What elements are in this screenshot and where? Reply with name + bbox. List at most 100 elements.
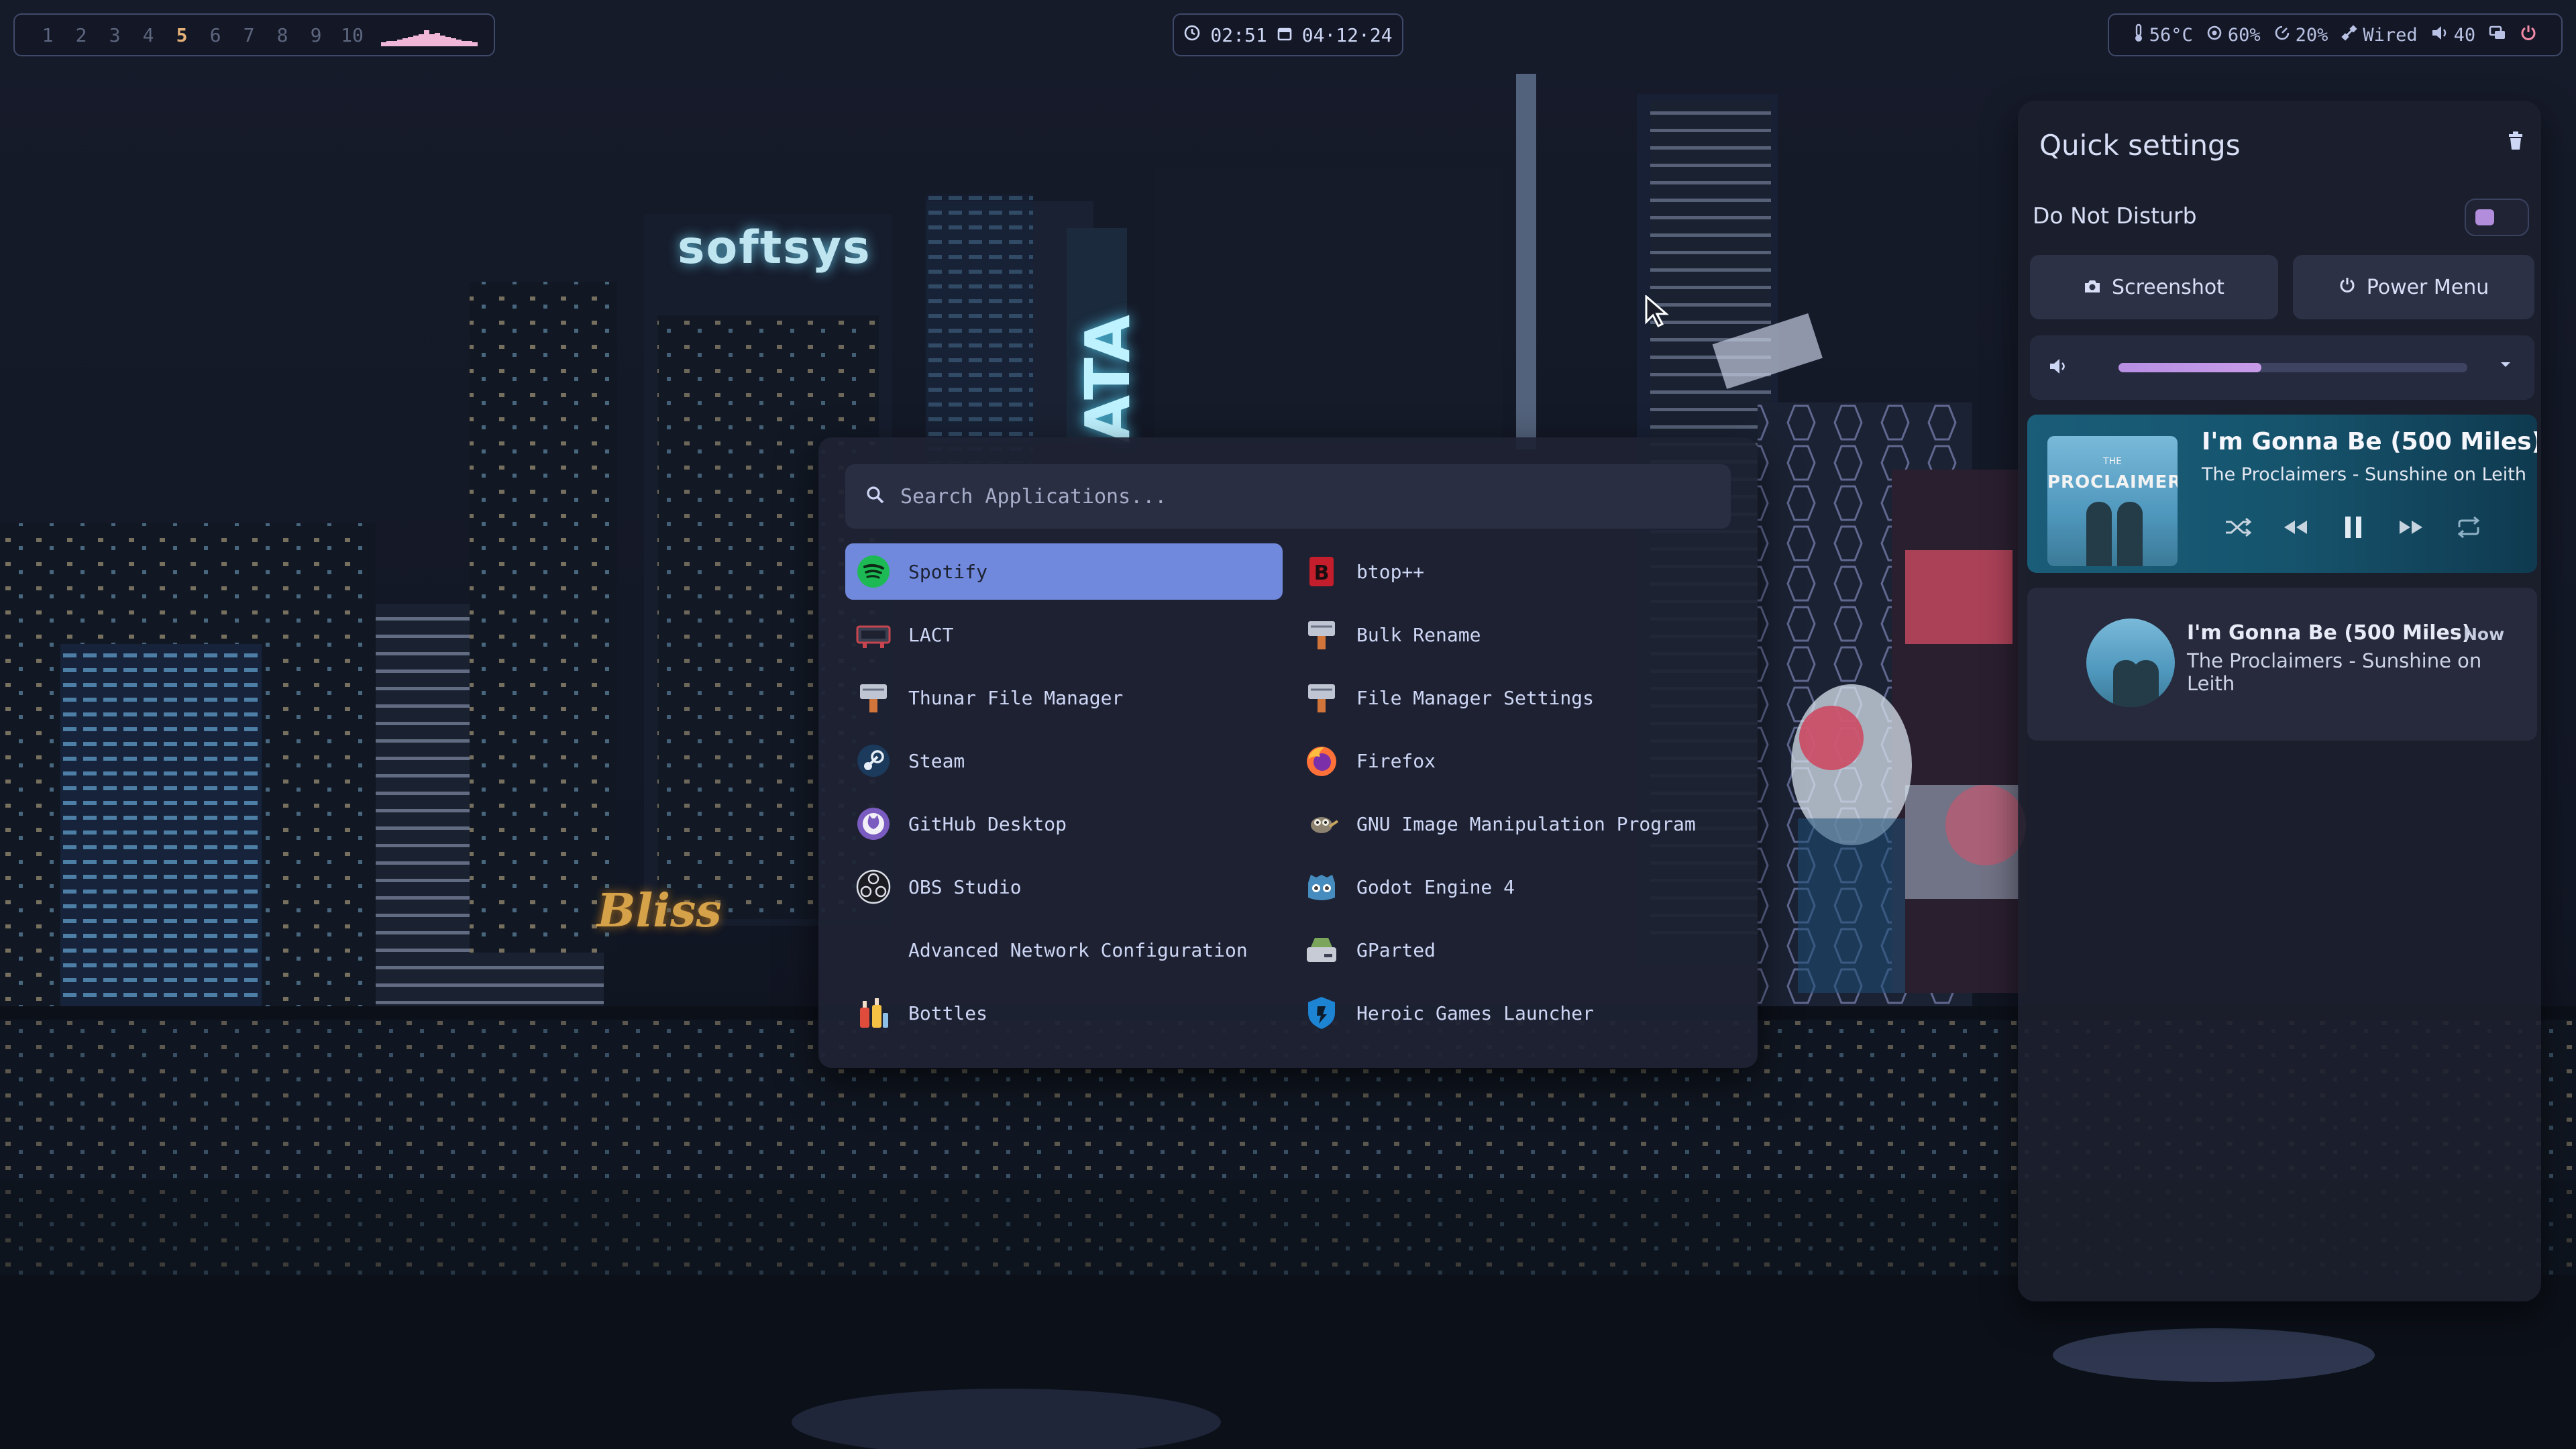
screenshot-button[interactable]: Screenshot	[2030, 255, 2278, 319]
gparted-icon	[1303, 931, 1340, 969]
media-player: THE PROCLAIMERS I'm Gonna Be (500 Miles)…	[2027, 415, 2537, 573]
app-item-lact[interactable]: LACT	[845, 606, 1283, 663]
visualizer-bar	[451, 38, 456, 46]
app-item-label: Bottles	[908, 1002, 988, 1024]
app-item-gparted[interactable]: GParted	[1293, 922, 1731, 978]
next-track-icon[interactable]	[2398, 514, 2424, 541]
app-item-spotify[interactable]: Spotify	[845, 543, 1283, 600]
steam-icon	[855, 742, 892, 780]
thermometer-icon	[2133, 23, 2144, 47]
spotify-icon	[855, 553, 892, 590]
search-bar[interactable]	[845, 464, 1731, 529]
power-button[interactable]	[2520, 23, 2537, 47]
workspace-5[interactable]: 5	[165, 24, 199, 46]
trash-icon	[2508, 131, 2524, 153]
app-item-heroic-games-launcher[interactable]: Heroic Games Launcher	[1293, 985, 1731, 1041]
app-item-firefox[interactable]: Firefox	[1293, 733, 1731, 789]
network-value: Wired	[2363, 24, 2418, 46]
audio-visualizer	[381, 23, 478, 46]
bottles-icon	[855, 994, 892, 1032]
album-art-text: PROCLAIMERS	[2047, 472, 2178, 492]
clear-notifications-button[interactable]	[2508, 131, 2524, 153]
power-icon	[2520, 23, 2537, 47]
visualizer-bar	[467, 41, 472, 46]
calendar-icon	[1277, 24, 1293, 46]
memory-status[interactable]: 20%	[2274, 25, 2328, 46]
toggle-knob	[2475, 209, 2494, 225]
workspace-4[interactable]: 4	[131, 24, 165, 46]
workspace-7[interactable]: 7	[232, 24, 266, 46]
pause-icon[interactable]	[2340, 514, 2367, 541]
album-art-figure	[2117, 502, 2143, 566]
app-item-gnu-image-manipulation-program[interactable]: GNU Image Manipulation Program	[1293, 796, 1731, 852]
heroic-icon	[1303, 994, 1340, 1032]
bulk-rename-icon	[1303, 616, 1340, 653]
album-art-figure	[2086, 502, 2112, 566]
clock-widget[interactable]: 02:51 04·12·24	[1173, 13, 1403, 56]
do-not-disturb-toggle[interactable]	[2465, 199, 2529, 236]
visualizer-bar	[419, 34, 424, 46]
app-item-label: GNU Image Manipulation Program	[1356, 812, 1696, 835]
app-item-label: GParted	[1356, 938, 1436, 961]
media-artist: The Proclaimers - Sunshine on Leith	[2202, 464, 2526, 485]
shuffle-icon[interactable]	[2224, 514, 2251, 541]
app-item-btop[interactable]: Bbtop++	[1293, 543, 1731, 600]
godot-icon	[1303, 868, 1340, 906]
mouse-cursor	[1644, 294, 1670, 331]
notification-center-button[interactable]	[2489, 25, 2506, 46]
workspace-10[interactable]: 10	[333, 24, 372, 46]
app-item-label: Heroic Games Launcher	[1356, 1002, 1595, 1024]
notification-body: The Proclaimers - Sunshine on Leith	[2187, 649, 2482, 695]
temperature-status[interactable]: 56°C	[2133, 23, 2193, 47]
notification-title: I'm Gonna Be (500 Miles)	[2187, 621, 2471, 645]
app-item-bulk-rename[interactable]: Bulk Rename	[1293, 606, 1731, 663]
search-input[interactable]	[900, 484, 1731, 508]
workspace-1[interactable]: 1	[31, 24, 64, 46]
ethernet-icon	[2341, 24, 2358, 46]
volume-status[interactable]: 40	[2431, 25, 2475, 46]
clock-date: 04·12·24	[1301, 23, 1393, 46]
network-status[interactable]: Wired	[2341, 24, 2418, 46]
btop-icon: B	[1303, 553, 1340, 590]
visualizer-bar	[429, 34, 435, 46]
notification-card[interactable]: I'm Gonna Be (500 Miles) Now The Proclai…	[2027, 588, 2537, 741]
app-item-github-desktop[interactable]: GitHub Desktop	[845, 796, 1283, 852]
cpu-status[interactable]: 60%	[2206, 25, 2261, 46]
visualizer-bar	[413, 36, 419, 46]
cpu-value: 60%	[2227, 24, 2261, 46]
workspace-switcher: 1 2 3 4 5 6 7 8 9 10	[13, 13, 495, 56]
screenshot-label: Screenshot	[2112, 275, 2224, 299]
github-icon	[855, 805, 892, 843]
workspace-9[interactable]: 9	[299, 24, 333, 46]
workspace-2[interactable]: 2	[64, 24, 98, 46]
workspace-8[interactable]: 8	[266, 24, 299, 46]
chevron-down-icon[interactable]	[2497, 356, 2514, 376]
app-item-obs-studio[interactable]: OBS Studio	[845, 859, 1283, 915]
repeat-icon[interactable]	[2455, 514, 2482, 541]
obs-icon	[855, 868, 892, 906]
camera-icon	[2084, 276, 2101, 299]
visualizer-bar	[386, 41, 392, 46]
volume-slider-fill	[2118, 363, 2262, 372]
previous-track-icon[interactable]	[2282, 514, 2309, 541]
app-item-file-manager-settings[interactable]: File Manager Settings	[1293, 669, 1731, 726]
visualizer-bar	[424, 30, 429, 46]
search-icon	[865, 485, 885, 508]
visualizer-bar	[435, 33, 440, 46]
workspace-6[interactable]: 6	[199, 24, 232, 46]
app-item-advanced-network-configuration[interactable]: Advanced Network Configuration	[845, 922, 1283, 978]
album-art: THE PROCLAIMERS	[2047, 436, 2178, 566]
app-item-steam[interactable]: Steam	[845, 733, 1283, 789]
app-item-label: btop++	[1356, 560, 1425, 583]
power-menu-button[interactable]: Power Menu	[2293, 255, 2534, 319]
app-item-godot-engine-4[interactable]: Godot Engine 4	[1293, 859, 1731, 915]
quick-settings-title: Quick settings	[2039, 129, 2241, 162]
visualizer-bar	[462, 41, 467, 46]
app-item-thunar-file-manager[interactable]: Thunar File Manager	[845, 669, 1283, 726]
app-item-bottles[interactable]: Bottles	[845, 985, 1283, 1041]
firefox-icon	[1303, 742, 1340, 780]
workspace-3[interactable]: 3	[98, 24, 131, 46]
media-title: I'm Gonna Be (500 Miles)	[2202, 428, 2537, 455]
app-item-label: Advanced Network Configuration	[908, 938, 1248, 961]
volume-slider[interactable]	[2118, 363, 2467, 372]
